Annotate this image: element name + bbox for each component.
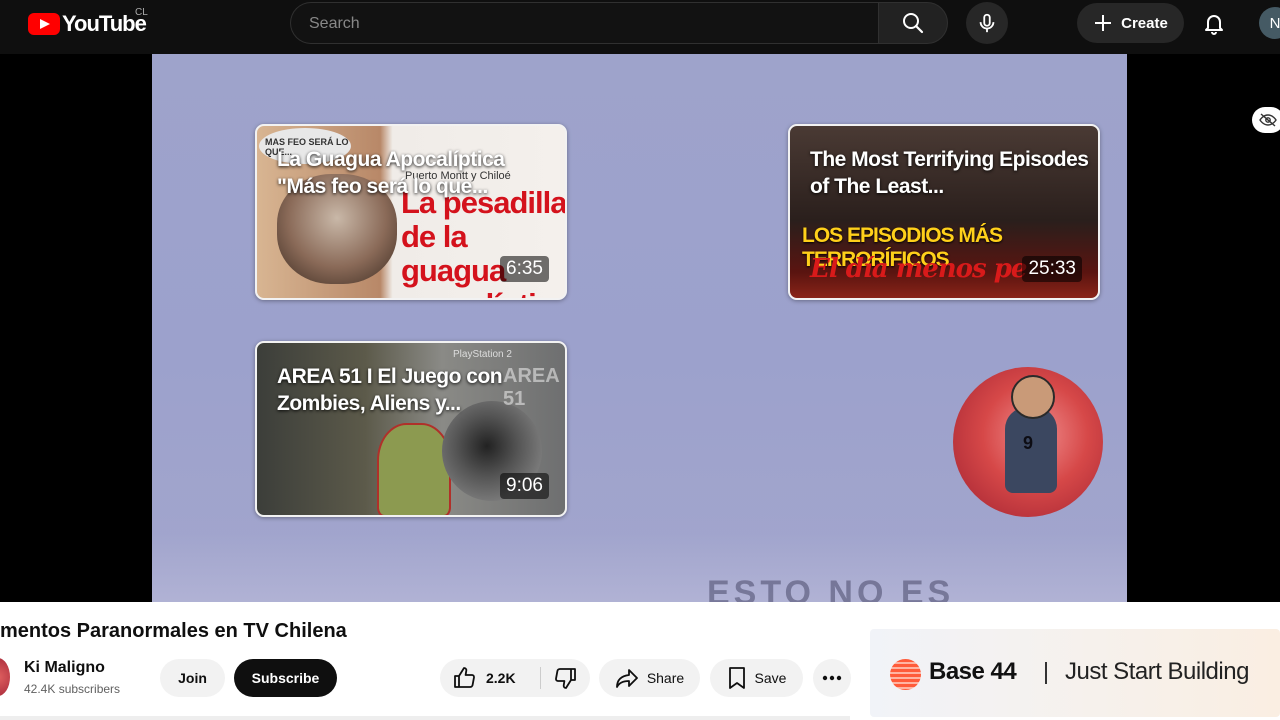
thumbnail-headline: La pesadilla de la guagua apocalíptica xyxy=(401,185,567,299)
save-button[interactable]: Save xyxy=(710,659,803,697)
create-button[interactable]: Create xyxy=(1077,3,1184,43)
endcard-title: AREA 51 I El Juego con Zombies, Aliens y… xyxy=(277,365,503,415)
endcard-duration: 9:06 xyxy=(500,473,549,499)
share-icon xyxy=(615,667,639,689)
more-horizontal-icon xyxy=(822,675,842,681)
ad-divider xyxy=(1045,662,1047,684)
like-count: 2.2K xyxy=(486,670,516,686)
account-avatar[interactable]: N xyxy=(1259,7,1280,39)
search-box xyxy=(290,2,878,45)
endcard-video-3[interactable]: PlayStation 2 AREA 51 AREA 51 I El Juego… xyxy=(255,341,567,517)
endcard-duration: 6:35 xyxy=(500,256,549,282)
video-info-section: mentos Paranormales en TV Chilena Ki Mal… xyxy=(0,602,1280,720)
top-bar: YouTube CL Create N xyxy=(0,0,1280,54)
plus-icon xyxy=(1093,13,1113,33)
video-frame[interactable]: ESTO NO ES MAS FEO SERÁ LO QUE... Puerto… xyxy=(152,54,1127,602)
dislike-button[interactable] xyxy=(541,659,590,697)
video-haze xyxy=(152,534,1127,602)
bell-icon xyxy=(1202,11,1226,35)
thumbs-down-icon xyxy=(554,666,578,690)
notifications-button[interactable] xyxy=(1194,3,1234,43)
share-label: Share xyxy=(646,670,685,686)
subscriber-count: 42.4K subscribers xyxy=(24,682,121,696)
youtube-logo[interactable]: YouTube xyxy=(28,11,147,36)
like-button[interactable]: 2.2K xyxy=(440,659,540,697)
more-actions-button[interactable] xyxy=(813,659,851,697)
youtube-play-icon xyxy=(28,13,60,35)
ad-brand: Base 44 xyxy=(929,658,1017,685)
bookmark-icon xyxy=(727,666,747,690)
section-divider xyxy=(0,716,850,720)
thumbnail-script-text: El día menos pe xyxy=(810,254,1027,284)
share-button[interactable]: Share xyxy=(599,659,700,697)
create-label: Create xyxy=(1121,14,1168,32)
search-button[interactable] xyxy=(878,2,948,44)
thumbnail-console-text: PlayStation 2 xyxy=(453,349,512,360)
base44-logo-icon xyxy=(890,659,921,690)
hide-endcards-toggle[interactable] xyxy=(1252,107,1280,133)
thumbnail-zombie-image xyxy=(377,423,451,515)
avatar-jersey-number: 9 xyxy=(1023,433,1034,453)
video-title: mentos Paranormales en TV Chilena xyxy=(0,620,347,642)
voice-search-button[interactable] xyxy=(966,2,1008,44)
country-code: CL xyxy=(135,7,148,18)
save-label: Save xyxy=(754,670,787,686)
ad-banner[interactable]: Base 44 Just Start Building xyxy=(870,629,1280,717)
endcard-duration: 25:33 xyxy=(1022,256,1082,282)
channel-avatar[interactable] xyxy=(0,658,10,696)
endcard-channel-avatar[interactable]: 9 xyxy=(953,367,1103,517)
search-input[interactable] xyxy=(307,3,861,45)
endcard-title: The Most Terrifying Episodes of The Leas… xyxy=(810,148,1089,198)
thumbs-up-icon xyxy=(452,666,476,690)
subscribe-button[interactable]: Subscribe xyxy=(234,659,337,697)
endcard-title: La Guagua Apocalíptica "Más feo será lo … xyxy=(277,148,505,198)
video-player[interactable]: ESTO NO ES MAS FEO SERÁ LO QUE... Puerto… xyxy=(0,54,1280,602)
microphone-icon xyxy=(976,12,998,34)
like-dislike-group: 2.2K xyxy=(440,659,590,697)
endcard-video-1[interactable]: MAS FEO SERÁ LO QUE... Puerto Montt y Ch… xyxy=(255,124,567,300)
avatar-player-head xyxy=(1011,375,1055,419)
logo-text: YouTube xyxy=(62,11,147,36)
join-button[interactable]: Join xyxy=(160,659,225,697)
video-background-text: ESTO NO ES xyxy=(707,574,955,602)
ad-tagline: Just Start Building xyxy=(1065,658,1249,685)
eye-off-icon xyxy=(1259,113,1277,127)
search-icon xyxy=(901,11,925,35)
channel-name[interactable]: Ki Maligno xyxy=(24,659,105,677)
endcard-video-2[interactable]: LOS EPISODIOS MÁS TERRORÍFICOS El día me… xyxy=(788,124,1100,300)
